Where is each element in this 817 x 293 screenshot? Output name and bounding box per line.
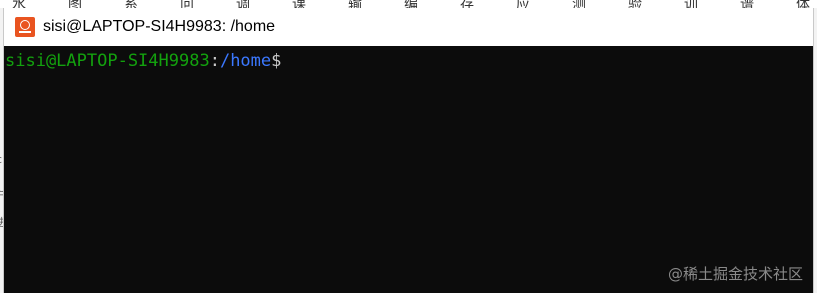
- background-text-fragment: 体: [796, 0, 810, 8]
- background-text-fragment: 系: [124, 0, 138, 8]
- background-text-fragment: 图: [68, 0, 82, 8]
- background-text-fragment: 存: [460, 0, 474, 8]
- background-text-fragment: 编: [404, 0, 418, 8]
- title-bar[interactable]: sisi@LAPTOP-SI4H9983: /home: [4, 8, 813, 46]
- icon-bar-shape: [19, 31, 31, 33]
- watermark: @稀土掘金技术社区: [667, 265, 803, 283]
- background-window-strip: 水 图 系 问 调 课 输 编 存 应 测 验 训 谱 体: [0, 0, 817, 8]
- background-text-fragment: 训: [684, 0, 698, 8]
- terminal-window: sisi@LAPTOP-SI4H9983: /home sisi@LAPTOP-…: [3, 8, 814, 293]
- prompt-symbol: $: [271, 51, 282, 71]
- background-text-fragment: 水: [12, 0, 26, 8]
- ubuntu-terminal-icon: [15, 17, 35, 37]
- prompt-user-host: sisi@LAPTOP-SI4H9983: [5, 51, 210, 71]
- prompt-separator: :: [209, 51, 220, 71]
- icon-ring-shape: [20, 20, 30, 30]
- prompt-line: sisi@LAPTOP-SI4H9983:/home$: [5, 50, 281, 72]
- background-text-fragment: 测: [572, 0, 586, 8]
- background-text-fragment: c: [0, 153, 2, 166]
- background-text-fragment: 应: [516, 0, 530, 8]
- terminal-content[interactable]: sisi@LAPTOP-SI4H9983:/home$ @稀土掘金技术社区: [4, 46, 813, 293]
- prompt-path: /home: [219, 51, 272, 71]
- background-text-fragment: 验: [628, 0, 642, 8]
- background-text-fragment: 调: [236, 0, 250, 8]
- background-text-fragment: 输: [348, 0, 362, 8]
- background-text-fragment: 谱: [740, 0, 754, 8]
- window-title: sisi@LAPTOP-SI4H9983: /home: [43, 18, 276, 35]
- background-text-fragment: 问: [180, 0, 194, 8]
- background-text-fragment: 课: [292, 0, 306, 8]
